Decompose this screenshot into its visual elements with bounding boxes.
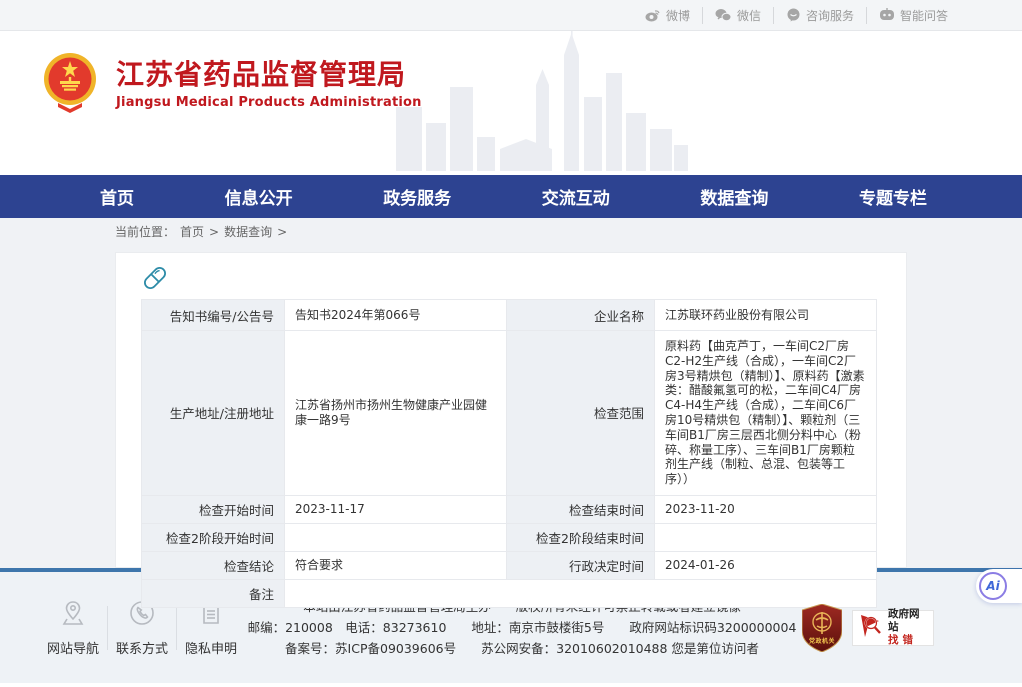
- top-utility-bar: 微博 微信 咨询服务 智能问答: [0, 0, 1022, 31]
- detail-panel: 告知书编号/公告号 告知书2024年第066号 企业名称 江苏联环药业股份有限公…: [115, 252, 907, 568]
- breadcrumb-data-query-link[interactable]: 数据查询: [224, 223, 272, 240]
- site-subtitle: Jiangsu Medical Products Administration: [116, 95, 422, 110]
- field-label-remarks: 备注: [142, 579, 285, 607]
- ai-assistant-label: Ai: [979, 572, 1007, 600]
- quicklink-divider: [107, 606, 108, 650]
- consult-service-label: 咨询服务: [806, 7, 854, 24]
- party-government-badge-label: 党政机关: [802, 636, 842, 645]
- field-label-phase2-start: 检查2阶段开始时间: [142, 523, 285, 551]
- field-value-conclusion: 符合要求: [285, 551, 507, 579]
- magnifier-icon: [859, 613, 883, 643]
- robot-icon: [879, 8, 895, 22]
- site-title: 江苏省药品监督管理局: [116, 55, 422, 95]
- footer-line-3: 备案号：苏ICP备09039606号 苏公网安备：32010602010488 …: [242, 638, 802, 659]
- site-map-label: 网站导航: [47, 638, 99, 657]
- footer-badges: 党政机关 政府网站 找错: [802, 604, 934, 652]
- field-value-inspection-scope: 原料药【曲克芦丁，一车间C2厂房C2-H2生产线（合成），一车间C2厂房3号精烘…: [655, 331, 877, 496]
- field-label-inspection-start: 检查开始时间: [142, 495, 285, 523]
- pill-icon: [141, 264, 169, 296]
- find-error-badge[interactable]: 政府网站 找错: [852, 610, 934, 646]
- field-value-decision-date: 2024-01-26: [655, 551, 877, 579]
- nav-item-data-query[interactable]: 数据查询: [700, 184, 768, 209]
- table-row: 检查结论 符合要求 行政决定时间 2024-01-26: [142, 551, 877, 579]
- field-value-inspection-start: 2023-11-17: [285, 495, 507, 523]
- field-label-notice-number: 告知书编号/公告号: [142, 300, 285, 331]
- content-area: 告知书编号/公告号 告知书2024年第066号 企业名称 江苏联环药业股份有限公…: [0, 245, 1022, 568]
- field-label-phase2-end: 检查2阶段结束时间: [507, 523, 655, 551]
- table-row: 检查开始时间 2023-11-17 检查结束时间 2023-11-20: [142, 495, 877, 523]
- privacy-label: 隐私申明: [185, 638, 237, 657]
- weibo-label: 微博: [666, 7, 690, 24]
- site-map-link[interactable]: 网站导航: [42, 599, 104, 657]
- breadcrumb-home-link[interactable]: 首页: [180, 223, 204, 240]
- table-row: 生产地址/注册地址 江苏省扬州市扬州生物健康产业园健康一路9号 检查范围 原料药…: [142, 331, 877, 496]
- footer-line-2: 邮编：210008 电话：83273610 地址：南京市鼓楼街5号 政府网站标识…: [242, 617, 802, 638]
- party-government-badge[interactable]: 党政机关: [802, 604, 842, 652]
- site-header: 江苏省药品监督管理局 Jiangsu Medical Products Admi…: [0, 31, 1022, 175]
- field-label-inspection-scope: 检查范围: [507, 331, 655, 496]
- brand-block[interactable]: 江苏省药品监督管理局 Jiangsu Medical Products Admi…: [42, 51, 422, 113]
- smart-qa-link[interactable]: 智能问答: [866, 7, 960, 24]
- nav-item-special-topics[interactable]: 专题专栏: [859, 184, 927, 209]
- city-skyline-graphic: [388, 31, 688, 175]
- field-value-inspection-end: 2023-11-20: [655, 495, 877, 523]
- weibo-icon: [645, 8, 661, 22]
- field-value-phase2-end: [655, 523, 877, 551]
- field-value-remarks: [285, 579, 877, 607]
- main-nav: 首页 信息公开 政务服务 交流互动 数据查询 专题专栏: [0, 175, 1022, 218]
- nav-item-interaction[interactable]: 交流互动: [542, 184, 610, 209]
- table-row: 检查2阶段开始时间 检查2阶段结束时间: [142, 523, 877, 551]
- chat-icon: [786, 8, 801, 22]
- field-label-conclusion: 检查结论: [142, 551, 285, 579]
- weibo-link[interactable]: 微博: [633, 7, 702, 24]
- nav-item-gov-services[interactable]: 政务服务: [383, 184, 451, 209]
- national-emblem-icon: [42, 51, 98, 113]
- field-value-phase2-start: [285, 523, 507, 551]
- field-label-company-name: 企业名称: [507, 300, 655, 331]
- inspection-detail-table: 告知书编号/公告号 告知书2024年第066号 企业名称 江苏联环药业股份有限公…: [141, 299, 877, 608]
- nav-item-info-disclosure[interactable]: 信息公开: [225, 184, 293, 209]
- find-error-badge-line2: 找错: [888, 634, 927, 647]
- table-row: 告知书编号/公告号 告知书2024年第066号 企业名称 江苏联环药业股份有限公…: [142, 300, 877, 331]
- smart-qa-label: 智能问答: [900, 7, 948, 24]
- breadcrumb-separator: >: [209, 225, 219, 239]
- field-value-address: 江苏省扬州市扬州生物健康产业园健康一路9号: [285, 331, 507, 496]
- find-error-badge-line1: 政府网站: [888, 608, 927, 634]
- field-label-decision-date: 行政决定时间: [507, 551, 655, 579]
- quicklink-divider: [176, 606, 177, 650]
- breadcrumb-prefix: 当前位置：: [115, 223, 175, 240]
- field-label-inspection-end: 检查结束时间: [507, 495, 655, 523]
- breadcrumb: 当前位置： 首页 > 数据查询 >: [0, 218, 1022, 245]
- map-pin-icon: [59, 599, 87, 631]
- field-value-company-name: 江苏联环药业股份有限公司: [655, 300, 877, 331]
- ai-assistant-button[interactable]: Ai: [976, 569, 1022, 603]
- brand-text: 江苏省药品监督管理局 Jiangsu Medical Products Admi…: [116, 55, 422, 110]
- contact-label: 联系方式: [116, 638, 168, 657]
- wechat-icon: [715, 8, 732, 22]
- nav-item-home[interactable]: 首页: [100, 184, 134, 209]
- wechat-label: 微信: [737, 7, 761, 24]
- consult-service-link[interactable]: 咨询服务: [773, 7, 866, 24]
- field-label-address: 生产地址/注册地址: [142, 331, 285, 496]
- wechat-link[interactable]: 微信: [702, 7, 773, 24]
- breadcrumb-separator: >: [277, 225, 287, 239]
- field-value-notice-number: 告知书2024年第066号: [285, 300, 507, 331]
- table-row: 备注: [142, 579, 877, 607]
